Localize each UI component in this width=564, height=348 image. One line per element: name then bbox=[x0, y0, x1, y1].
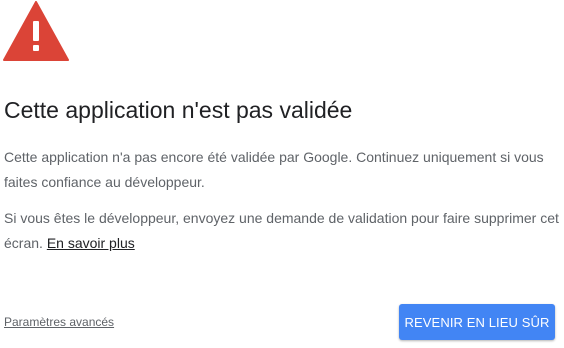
advanced-settings-link[interactable]: Paramètres avancés bbox=[4, 315, 114, 329]
developer-info-text: Si vous êtes le développeur, envoyez une… bbox=[4, 206, 560, 256]
verification-warning-text: Cette application n'a pas encore été val… bbox=[4, 149, 544, 190]
warning-icon bbox=[3, 1, 69, 61]
unverified-app-page: Cette application n'est pas validée Cett… bbox=[0, 0, 564, 348]
learn-more-link[interactable]: En savoir plus bbox=[47, 235, 135, 251]
back-to-safety-button[interactable]: REVENIR EN LIEU SÛR bbox=[399, 304, 555, 340]
page-title: Cette application n'est pas validée bbox=[4, 97, 353, 123]
